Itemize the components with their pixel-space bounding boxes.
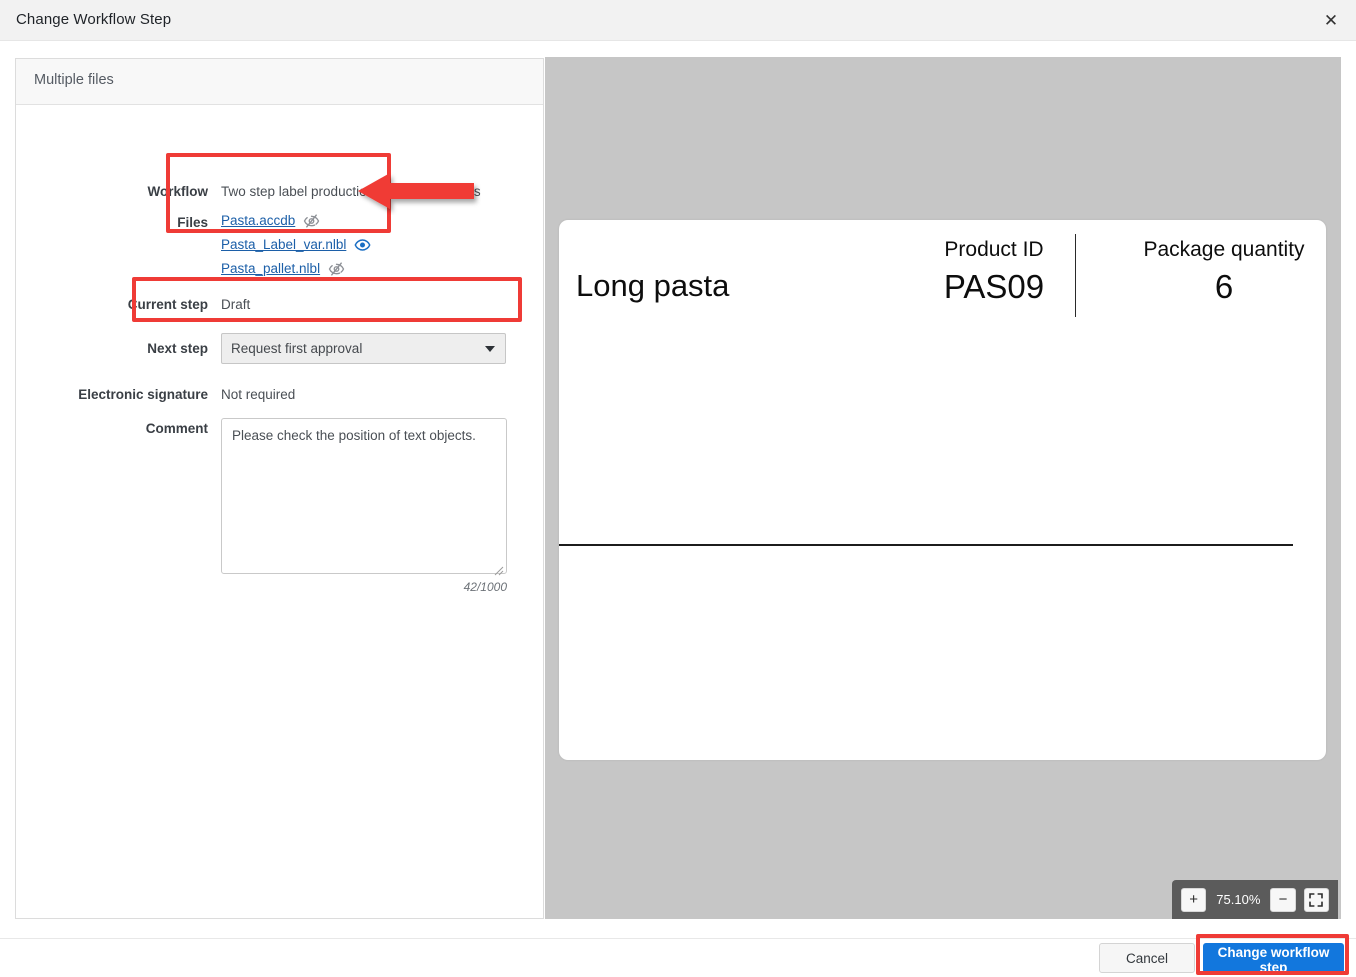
next-step-select[interactable]: Request first approval (221, 333, 506, 364)
comment-input[interactable] (221, 418, 507, 574)
files-value: Pasta.accdb Pasta_Label_var.nlbl Pasta_p… (221, 213, 371, 276)
change-workflow-step-button[interactable]: Change workflow step (1203, 943, 1344, 975)
chevron-down-icon (485, 345, 495, 352)
dialog-footer: Cancel Change workflow step (0, 938, 1356, 977)
zoom-level-value: 75.10% (1216, 892, 1261, 907)
files-label: Files (177, 215, 208, 230)
form-row-next-step: Next step Request first approval (16, 333, 543, 364)
cancel-button[interactable]: Cancel (1099, 943, 1195, 973)
list-item: Pasta_Label_var.nlbl (221, 237, 371, 252)
comment-label: Comment (145, 421, 208, 436)
comment-wrapper: 42/1000 (221, 418, 507, 594)
change-workflow-step-dialog: Change Workflow Step ✕ Multiple files Wo… (0, 0, 1356, 977)
label-product-name: Long pasta (576, 268, 730, 303)
form-row-workflow: Workflow Two step label production appro… (16, 184, 543, 199)
eye-slash-icon[interactable] (328, 261, 345, 276)
label-package-quantity-value: 6 (1214, 268, 1234, 306)
eye-icon[interactable] (354, 238, 371, 252)
file-link[interactable]: Pasta.accdb (221, 213, 295, 228)
label-preview-card: Long pasta Product ID PAS09 Package quan… (559, 220, 1326, 760)
list-item: Pasta_pallet.nlbl (221, 261, 371, 276)
workflow-form: Workflow Two step label production appro… (16, 105, 543, 594)
label-package-quantity-block: Package quantity 6 (1124, 236, 1324, 308)
dialog-title: Change Workflow Step (16, 11, 172, 28)
label-package-quantity-caption: Package quantity (1143, 238, 1305, 261)
fit-to-screen-icon[interactable] (1303, 887, 1329, 912)
panel-tab-header: Multiple files (16, 59, 543, 105)
workflow-value: Two step label production approval proce… (221, 184, 481, 199)
eye-slash-icon[interactable] (303, 213, 320, 228)
current-step-value: Draft (221, 297, 251, 312)
form-row-comment: Comment 42/1000 (16, 418, 543, 594)
form-row-electronic-signature: Electronic signature Not required (16, 387, 543, 402)
comment-character-counter: 42/1000 (463, 580, 507, 594)
label-horizontal-divider (559, 544, 1293, 546)
file-link[interactable]: Pasta_Label_var.nlbl (221, 237, 346, 252)
form-row-files: Files Pasta.accdb Pasta_Label_var.nlbl P… (16, 213, 543, 276)
zoom-out-button[interactable]: − (1270, 887, 1296, 912)
label-product-id-value: PAS09 (943, 268, 1045, 306)
list-item: Pasta.accdb (221, 213, 371, 228)
label-product-id-block: Product ID PAS09 (889, 236, 1099, 308)
label-vertical-divider (1075, 234, 1076, 317)
zoom-in-button[interactable]: + (1181, 887, 1207, 912)
file-link[interactable]: Pasta_pallet.nlbl (221, 261, 320, 276)
zoom-toolbar: + 75.10% − (1172, 880, 1338, 919)
form-row-current-step: Current step Draft (16, 297, 543, 312)
label-preview-pane: Long pasta Product ID PAS09 Package quan… (545, 57, 1341, 919)
close-icon[interactable]: ✕ (1314, 4, 1348, 37)
electronic-signature-value: Not required (221, 387, 296, 402)
tab-multiple-files: Multiple files (34, 72, 114, 88)
workflow-label: Workflow (147, 184, 209, 199)
file-list: Pasta.accdb Pasta_Label_var.nlbl Pasta_p… (221, 213, 371, 276)
next-step-label: Next step (147, 341, 208, 356)
workflow-form-panel: Multiple files Workflow Two step label p… (15, 58, 544, 919)
dialog-titlebar: Change Workflow Step ✕ (0, 0, 1356, 41)
next-step-selected-value: Request first approval (231, 341, 363, 356)
electronic-signature-label: Electronic signature (78, 387, 208, 402)
current-step-label: Current step (127, 297, 208, 312)
label-product-id-caption: Product ID (944, 238, 1044, 261)
